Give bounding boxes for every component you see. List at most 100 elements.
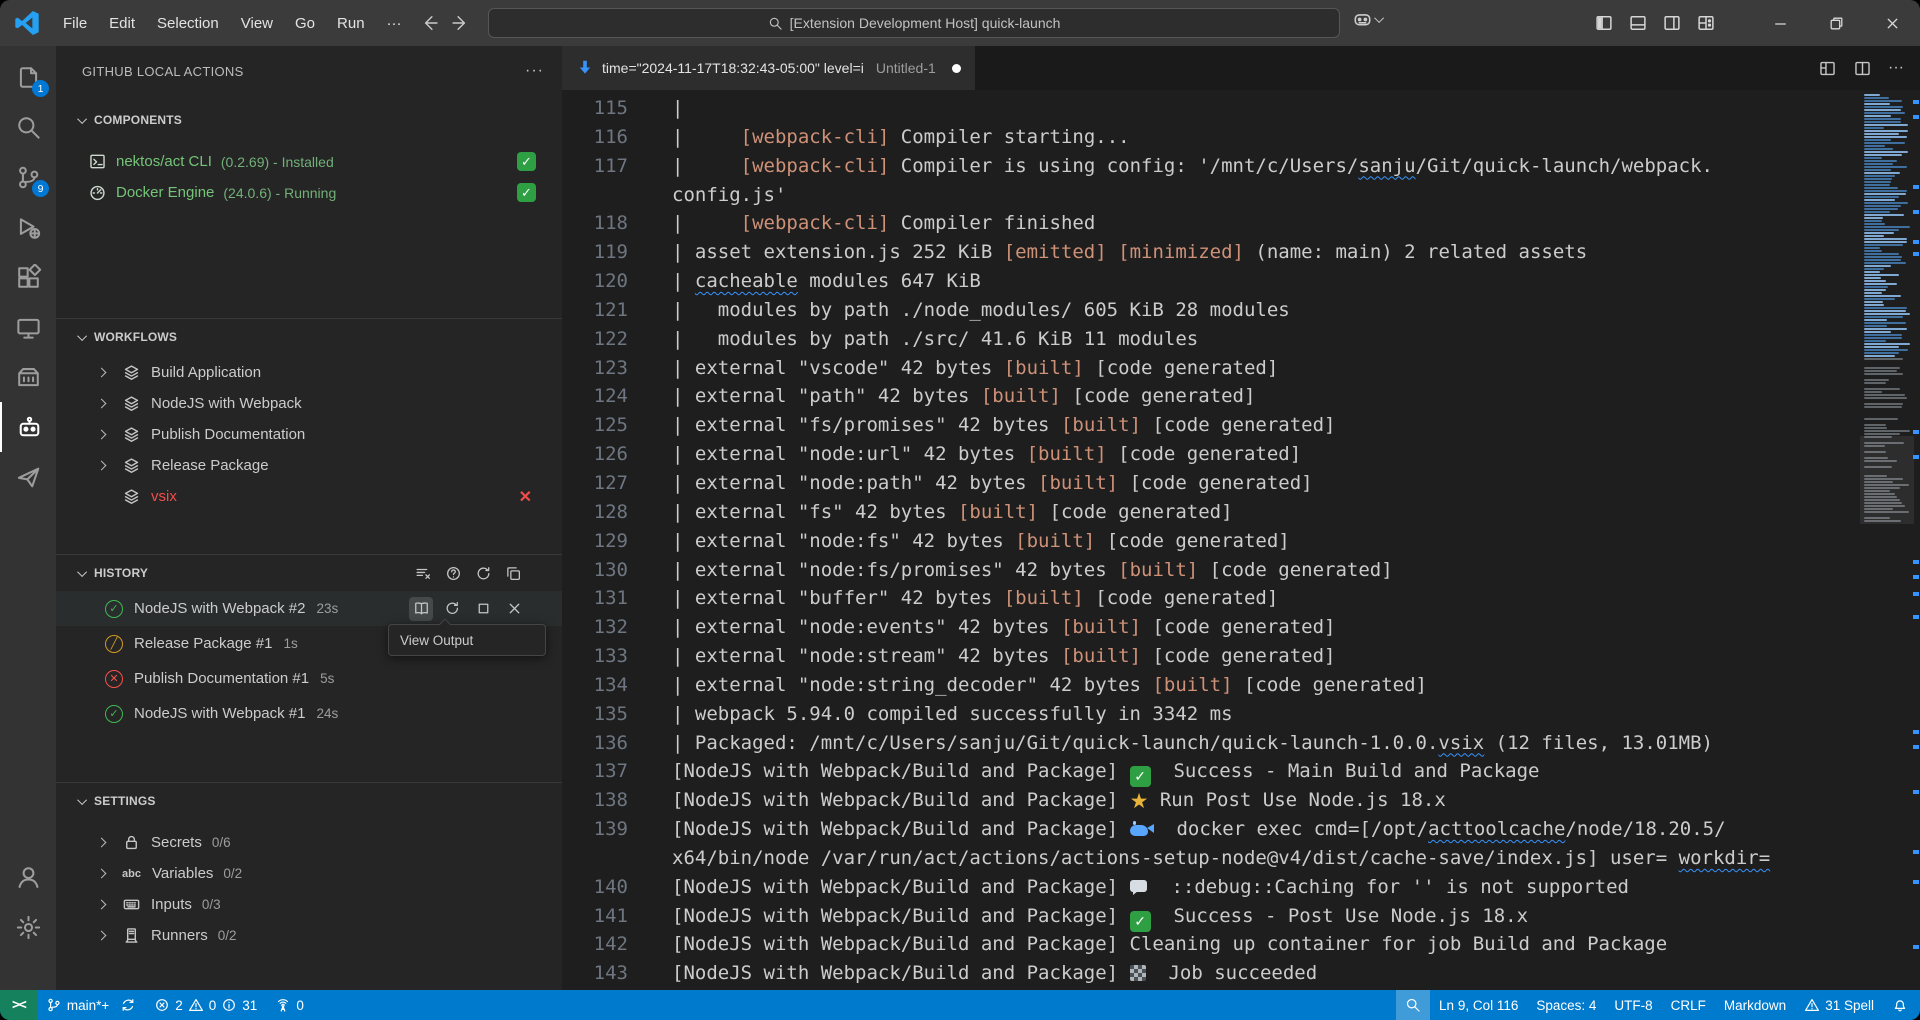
component-row[interactable]: Docker Engine(24.0.6) - Running✓ bbox=[56, 177, 562, 208]
component-row[interactable]: nektos/act CLI(0.2.69) - Installed✓ bbox=[56, 146, 562, 177]
chevron-right-icon[interactable] bbox=[97, 838, 107, 848]
history-row[interactable]: ✓NodeJS with Webpack #223s bbox=[56, 591, 562, 626]
chevron-right-icon[interactable] bbox=[97, 368, 107, 378]
activity-account-icon[interactable] bbox=[0, 852, 56, 902]
workflow-label: Build Application bbox=[151, 364, 261, 381]
notifications-item[interactable] bbox=[1883, 990, 1920, 1020]
section-history-header[interactable]: HISTORY bbox=[56, 561, 562, 585]
chevron-right-icon[interactable] bbox=[97, 931, 107, 941]
split-editor-icon[interactable] bbox=[1853, 59, 1872, 78]
workflow-row[interactable]: Build Application bbox=[56, 357, 562, 388]
zoom-indicator[interactable] bbox=[1396, 990, 1430, 1020]
editor-content[interactable]: 115|116| [webpack-cli] Compiler starting… bbox=[562, 90, 1920, 990]
activity-search-icon[interactable] bbox=[0, 102, 56, 152]
sync-icon[interactable] bbox=[120, 997, 136, 1013]
collapse-all-icon[interactable] bbox=[505, 565, 522, 582]
stop-icon[interactable] bbox=[471, 597, 495, 621]
settings-row[interactable]: Secrets0/6 bbox=[56, 827, 562, 858]
rerun-icon[interactable] bbox=[440, 597, 464, 621]
forward-arrow-icon[interactable] bbox=[450, 13, 470, 33]
refresh-icon[interactable] bbox=[475, 565, 492, 582]
cursor-position-item[interactable]: Ln 9, Col 116 bbox=[1430, 990, 1527, 1020]
more-actions-icon[interactable]: ··· bbox=[1888, 59, 1904, 77]
component-detail: (24.0.6) - Running bbox=[223, 185, 336, 201]
editor-line: 134| external "node:string_decoder" 42 b… bbox=[562, 671, 1920, 700]
toggle-secondary-sidebar-icon[interactable] bbox=[1662, 13, 1682, 33]
restore-button[interactable] bbox=[1808, 0, 1864, 46]
history-row[interactable]: ✓NodeJS with Webpack #124s bbox=[56, 696, 562, 731]
history-duration: 24s bbox=[316, 706, 338, 721]
chevron-right-icon[interactable] bbox=[97, 461, 107, 471]
encoding-item[interactable]: UTF-8 bbox=[1605, 990, 1661, 1020]
open-changes-icon[interactable] bbox=[1818, 59, 1837, 78]
ports-item[interactable]: 0 bbox=[266, 990, 313, 1020]
menu-overflow[interactable]: ··· bbox=[376, 0, 413, 46]
indentation-item[interactable]: Spaces: 4 bbox=[1527, 990, 1605, 1020]
view-output-icon[interactable] bbox=[409, 597, 433, 621]
minimap[interactable] bbox=[1862, 90, 1912, 990]
customize-layout-icon[interactable] bbox=[1696, 13, 1716, 33]
history-row[interactable]: ✕Publish Documentation #15s bbox=[56, 661, 562, 696]
menu-edit[interactable]: Edit bbox=[98, 0, 146, 46]
activity-deploy-send-icon[interactable] bbox=[0, 452, 56, 502]
minimap-line bbox=[1864, 409, 1881, 411]
menu-view[interactable]: View bbox=[230, 0, 284, 46]
activity-github-local-actions-robot-icon[interactable] bbox=[0, 402, 56, 452]
eol-item[interactable]: CRLF bbox=[1662, 990, 1715, 1020]
close-button[interactable] bbox=[1864, 0, 1920, 46]
chevron-right-icon[interactable] bbox=[97, 869, 107, 879]
chevron-right-icon[interactable] bbox=[97, 900, 107, 910]
chevron-right-icon[interactable] bbox=[97, 399, 107, 409]
section-components-header[interactable]: COMPONENTS bbox=[56, 108, 562, 132]
activity-explorer-icon[interactable]: 1 bbox=[0, 52, 56, 102]
menu-run[interactable]: Run bbox=[326, 0, 376, 46]
minimap-line bbox=[1864, 313, 1910, 315]
checked-checkbox-icon[interactable]: ✓ bbox=[517, 152, 536, 171]
activity-run-debug-icon[interactable] bbox=[0, 202, 56, 252]
minimize-button[interactable] bbox=[1752, 0, 1808, 46]
settings-row[interactable]: abcVariables0/2 bbox=[56, 858, 562, 889]
workflow-row[interactable]: NodeJS with Webpack bbox=[56, 388, 562, 419]
activity-source-control-icon[interactable]: 9 bbox=[0, 152, 56, 202]
workflow-row[interactable]: Publish Documentation bbox=[56, 419, 562, 450]
workflow-row[interactable]: Release Package bbox=[56, 450, 562, 481]
clear-all-icon[interactable] bbox=[415, 565, 432, 582]
activity-settings-gear-icon[interactable] bbox=[0, 902, 56, 952]
branch-item[interactable]: main*+ bbox=[37, 990, 145, 1020]
checked-checkbox-icon[interactable]: ✓ bbox=[517, 183, 536, 202]
activity-extensions-icon[interactable] bbox=[0, 252, 56, 302]
copilot-menu[interactable] bbox=[1352, 9, 1384, 30]
minimap-line bbox=[1864, 304, 1884, 306]
activity-container-icon[interactable] bbox=[0, 352, 56, 402]
modified-dot-icon[interactable] bbox=[952, 64, 961, 73]
ruler-info-mark bbox=[1913, 560, 1919, 564]
remote-indicator[interactable]: >< bbox=[0, 990, 37, 1020]
minimap-line bbox=[1864, 328, 1907, 330]
workflow-label: vsix bbox=[151, 488, 177, 505]
component-detail: (0.2.69) - Installed bbox=[221, 154, 334, 170]
settings-row[interactable]: Runners0/2 bbox=[56, 920, 562, 951]
workflow-remove-icon[interactable]: ✕ bbox=[519, 487, 532, 507]
problems-item[interactable]: 2 0 31 bbox=[145, 990, 266, 1020]
language-mode-item[interactable]: Markdown bbox=[1715, 990, 1795, 1020]
workflow-row[interactable]: vsix ✕ bbox=[56, 481, 562, 512]
section-workflows-header[interactable]: WORKFLOWS bbox=[56, 325, 562, 349]
section-settings-header[interactable]: SETTINGS bbox=[56, 789, 562, 813]
close-icon[interactable] bbox=[502, 597, 526, 621]
question-icon[interactable] bbox=[445, 565, 462, 582]
spell-checker-item[interactable]: 31 Spell bbox=[1795, 990, 1883, 1020]
toggle-primary-sidebar-icon[interactable] bbox=[1594, 13, 1614, 33]
command-center-search[interactable]: [Extension Development Host] quick-launc… bbox=[488, 8, 1340, 38]
menu-go[interactable]: Go bbox=[284, 0, 326, 46]
minimap-slider[interactable] bbox=[1860, 436, 1914, 524]
activity-remote-explorer-icon[interactable] bbox=[0, 302, 56, 352]
menu-file[interactable]: File bbox=[52, 0, 98, 46]
sidebar-more-actions[interactable]: ··· bbox=[525, 62, 544, 80]
menu-selection[interactable]: Selection bbox=[146, 0, 230, 46]
back-arrow-icon[interactable] bbox=[420, 13, 440, 33]
editor-line: 138[NodeJS with Webpack/Build and Packag… bbox=[562, 786, 1920, 815]
settings-row[interactable]: Inputs0/3 bbox=[56, 889, 562, 920]
tab-untitled-1[interactable]: time="2024-11-17T18:32:43-05:00" level=i… bbox=[562, 46, 976, 90]
toggle-panel-icon[interactable] bbox=[1628, 13, 1648, 33]
chevron-right-icon[interactable] bbox=[97, 430, 107, 440]
